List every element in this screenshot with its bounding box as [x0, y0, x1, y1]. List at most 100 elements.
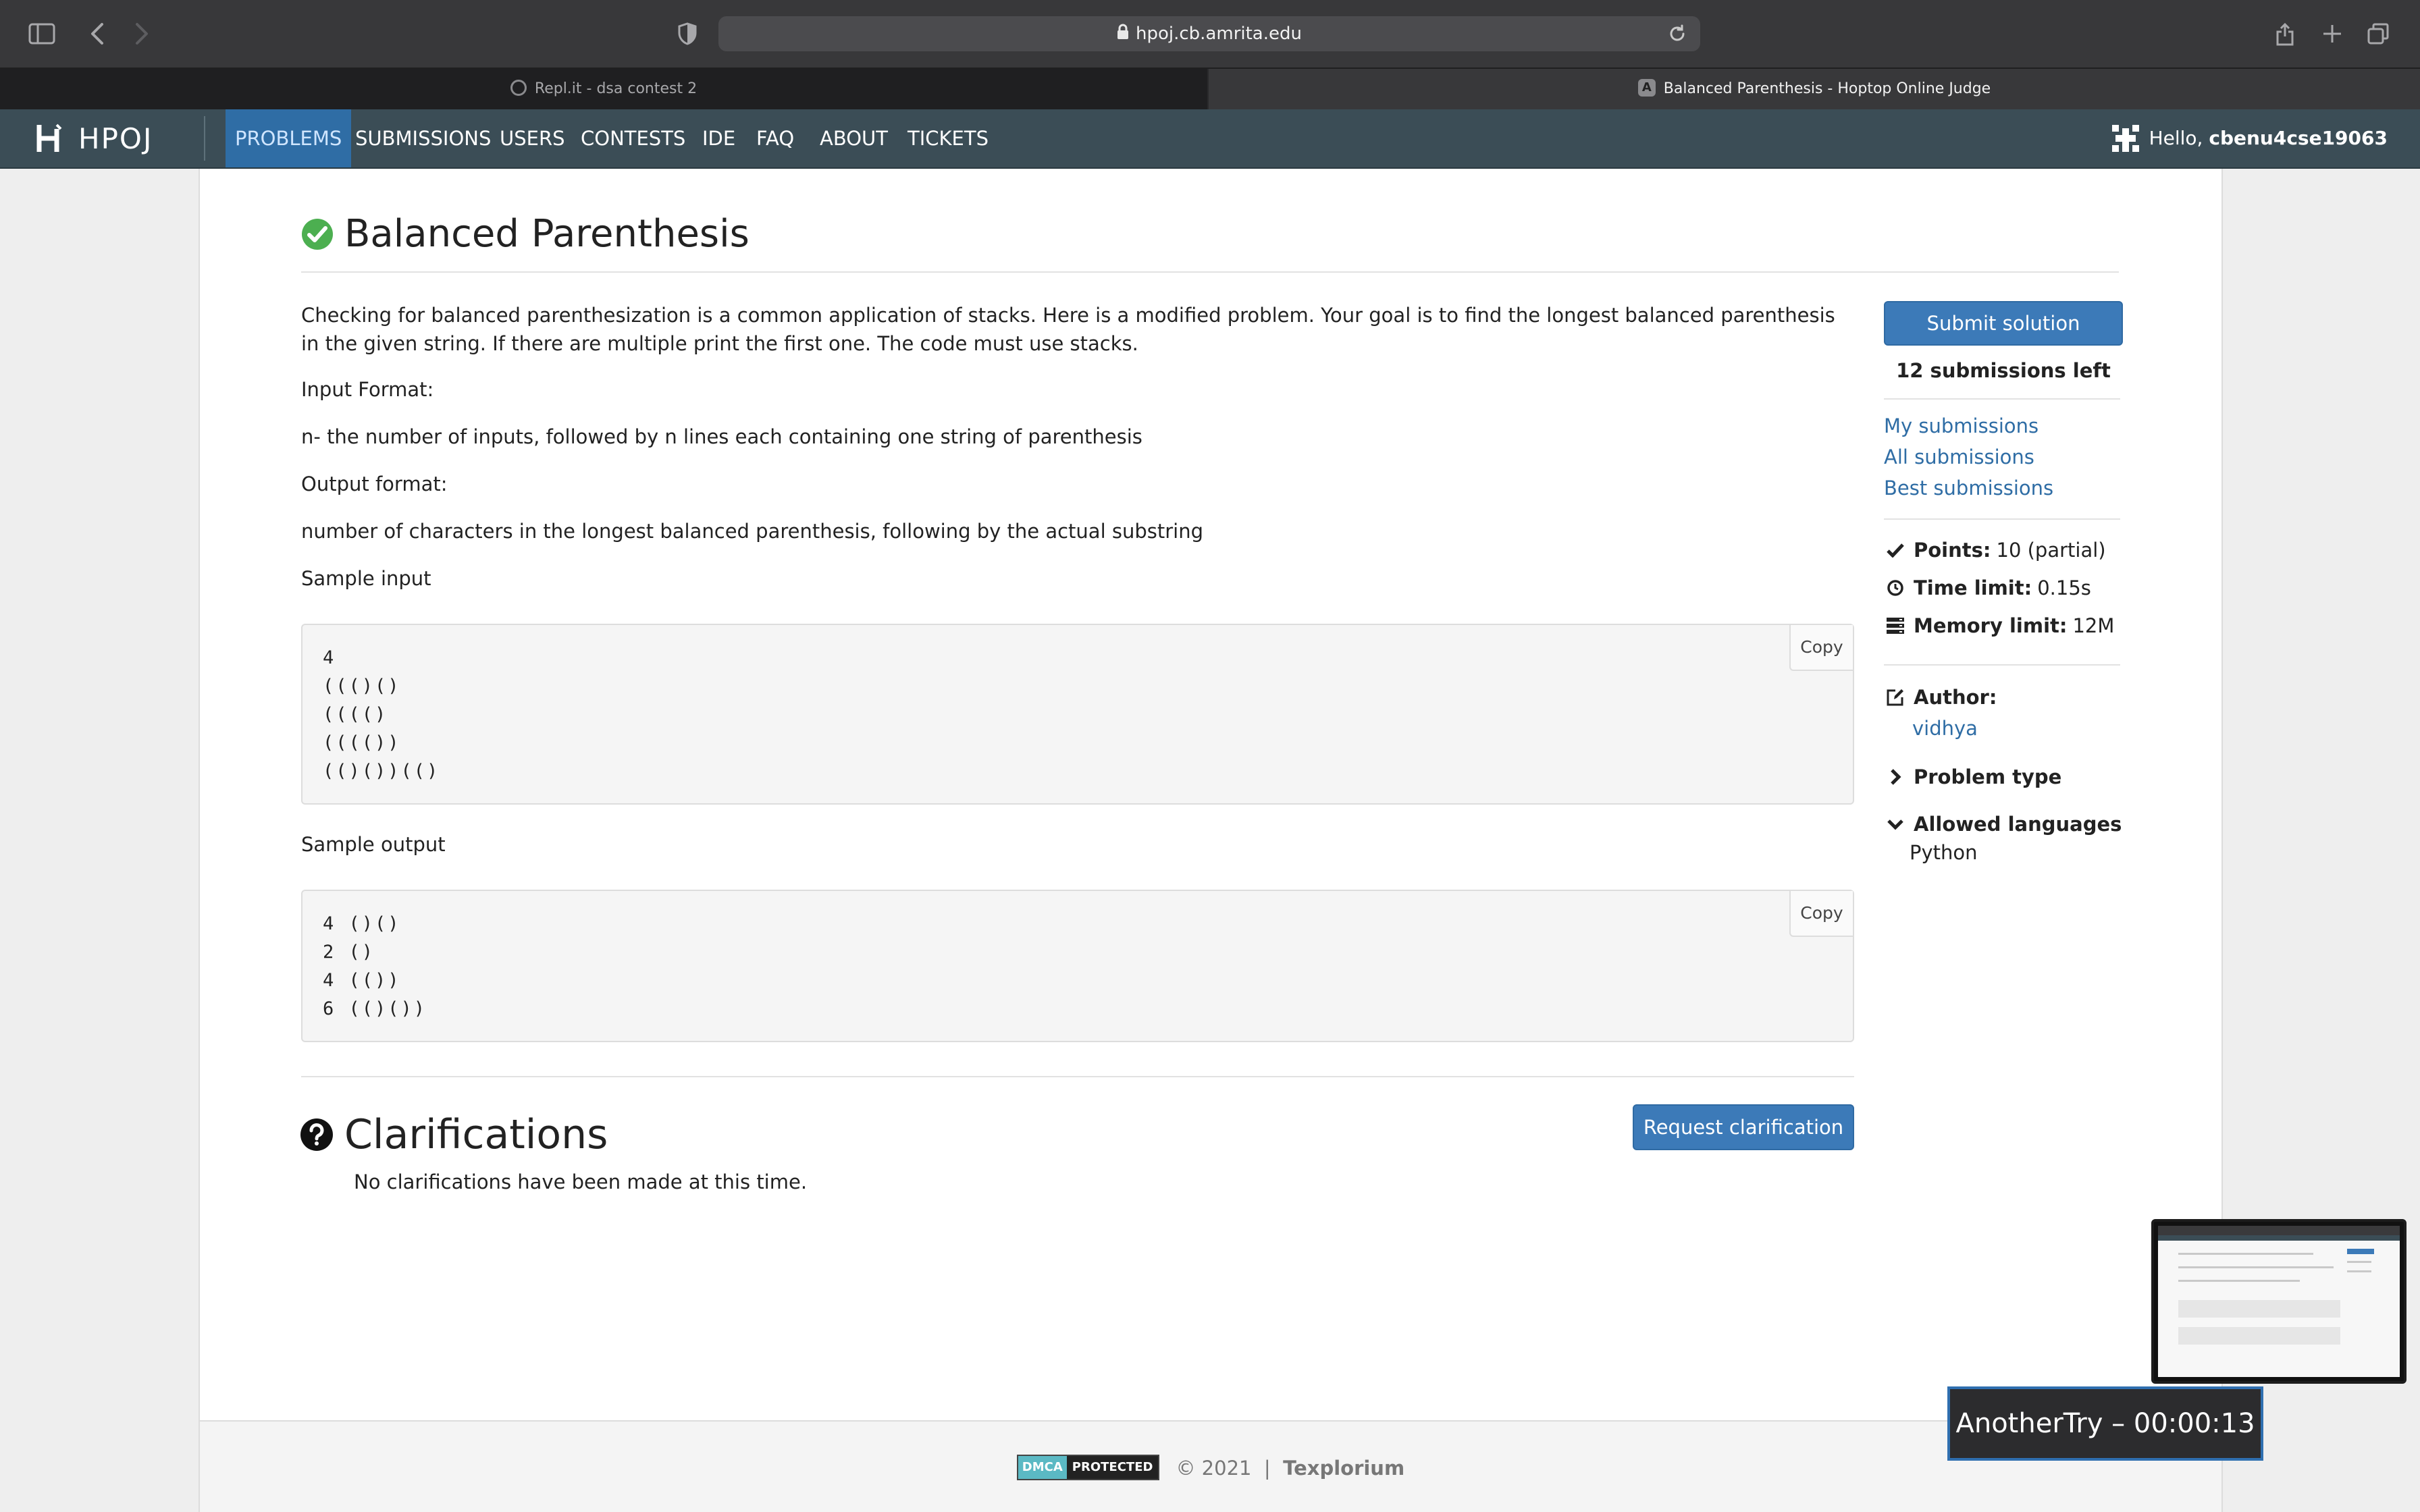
- clock-icon: [1885, 578, 1905, 598]
- dmca-badge-right: PROTECTED: [1066, 1456, 1159, 1479]
- forward-icon[interactable]: [128, 18, 155, 50]
- url-text: hpoj.cb.amrita.edu: [1136, 24, 1302, 44]
- problem-type-toggle[interactable]: Problem type: [1885, 765, 2067, 788]
- footer: DMCA PROTECTED © 2021 | Texplorium: [200, 1455, 2221, 1482]
- request-clarification-button[interactable]: Request clarification: [1633, 1104, 1854, 1150]
- footer-brand-link[interactable]: Texplorium: [1283, 1457, 1404, 1480]
- site-logo[interactable]: HPOJ: [36, 122, 153, 155]
- question-circle-icon: [300, 1118, 333, 1151]
- new-tab-icon[interactable]: [2319, 18, 2346, 50]
- allowed-languages-label: Allowed languages: [1914, 813, 2122, 836]
- tab-title: Balanced Parenthesis - Hoptop Online Jud…: [1663, 80, 1991, 97]
- sample-input-code: 4 ((()() (((() (((()) (()())((): [323, 647, 440, 782]
- problem-title-row: Balanced Parenthesis: [301, 212, 749, 256]
- best-submissions-link[interactable]: Best submissions: [1884, 477, 2053, 500]
- time-limit-label: Time limit:: [1914, 576, 2032, 599]
- title-divider: [301, 271, 2119, 273]
- clarifications-heading: Clarifications: [344, 1111, 608, 1158]
- chevron-right-icon: [1885, 767, 1905, 787]
- nav-submissions[interactable]: SUBMISSIONS: [346, 109, 500, 167]
- dmca-badge-left: DMCA: [1018, 1456, 1067, 1479]
- time-limit-row: Time limit: 0.15s: [1885, 576, 2091, 599]
- nav-tickets[interactable]: TICKETS: [898, 109, 998, 167]
- time-limit-value: 0.15s: [2037, 576, 2091, 599]
- nav-faq[interactable]: FAQ: [747, 109, 804, 167]
- points-label: Points:: [1914, 539, 1991, 562]
- footer-separator: |: [1263, 1457, 1271, 1480]
- nav-ide[interactable]: IDE: [693, 109, 745, 167]
- thumbnail-line: [2178, 1280, 2300, 1282]
- copyright-text: © 2021: [1176, 1457, 1252, 1480]
- nav-about[interactable]: ABOUT: [810, 109, 897, 167]
- thumbnail-code-block: [2178, 1300, 2340, 1318]
- hello-prefix: Hello,: [2149, 127, 2203, 149]
- problem-type-label: Problem type: [1914, 765, 2062, 788]
- thumbnail-navbar: [2158, 1235, 2400, 1241]
- input-format-text: n- the number of inputs, followed by n l…: [301, 425, 1142, 448]
- page-title: Balanced Parenthesis: [344, 212, 749, 256]
- tab-overview-icon[interactable]: [2365, 18, 2392, 50]
- my-submissions-link[interactable]: My submissions: [1884, 414, 2038, 437]
- chevron-down-icon: [1885, 814, 1905, 834]
- clarifications-header: Clarifications: [300, 1111, 608, 1158]
- author-label: Author:: [1914, 686, 1997, 709]
- input-format-label: Input Format:: [301, 378, 434, 401]
- all-submissions-link[interactable]: All submissions: [1884, 446, 2034, 468]
- output-format-label: Output format:: [301, 473, 448, 495]
- sample-input-block: 4 ((()() (((() (((()) (()())(() Copy: [301, 624, 1854, 805]
- allowed-languages-toggle[interactable]: Allowed languages: [1885, 813, 2127, 836]
- author-row: Author:: [1885, 686, 2002, 709]
- username: cbenu4cse19063: [2209, 127, 2388, 149]
- nav-divider: [204, 116, 205, 161]
- thumbnail-button: [2347, 1249, 2374, 1254]
- thumbnail-line: [2178, 1253, 2313, 1255]
- dmca-badge[interactable]: DMCA PROTECTED: [1016, 1455, 1160, 1480]
- points-value: 10 (partial): [1996, 539, 2106, 562]
- problem-description: Checking for balanced parenthesization i…: [301, 304, 1835, 355]
- address-bar[interactable]: hpoj.cb.amrita.edu: [718, 16, 1700, 51]
- points-row: Points: 10 (partial): [1885, 539, 2106, 562]
- lock-icon: [1117, 17, 1129, 52]
- user-greeting[interactable]: Hello, cbenu4cse19063: [2108, 109, 2388, 167]
- sidebar-divider: [1884, 398, 2120, 400]
- allowed-languages-value: Python: [1910, 841, 1978, 864]
- tab-title: Repl.it - dsa contest 2: [534, 80, 698, 97]
- tab-hpoj[interactable]: A Balanced Parenthesis - Hoptop Online Ju…: [1209, 69, 2420, 109]
- tab-bar: Repl.it - dsa contest 2 A Balanced Parent…: [0, 69, 2420, 109]
- nav-users[interactable]: USERS: [490, 109, 575, 167]
- sample-output-label: Sample output: [301, 833, 446, 856]
- clarifications-divider: [301, 1076, 1854, 1077]
- privacy-shield-icon[interactable]: [674, 18, 701, 50]
- avatar: [2108, 120, 2142, 155]
- thumbnail-line: [2347, 1270, 2371, 1272]
- sidebar-toggle-icon[interactable]: [26, 18, 58, 50]
- edit-icon: [1885, 687, 1905, 707]
- nav-contests[interactable]: CONTESTS: [571, 109, 695, 167]
- thumbnail-toolbar: [2158, 1226, 2400, 1235]
- thumbnail-screen: [2158, 1226, 2400, 1377]
- screen-recording-thumbnail[interactable]: [2151, 1219, 2406, 1384]
- hpoj-logo-icon: [36, 124, 62, 152]
- share-icon[interactable]: [2271, 18, 2298, 50]
- problem-page: Balanced Parenthesis Checking for balanc…: [199, 169, 2223, 1512]
- reload-icon[interactable]: [1668, 24, 1687, 46]
- thumbnail-code-block: [2178, 1327, 2340, 1345]
- check-circle-icon: [302, 218, 333, 250]
- browser-toolbar: hpoj.cb.amrita.edu: [0, 0, 2420, 69]
- memory-limit-row: Memory limit: 12M: [1885, 614, 2114, 637]
- logo-text: HPOJ: [78, 122, 153, 155]
- sidebar-divider: [1884, 518, 2120, 520]
- back-icon[interactable]: [84, 18, 111, 50]
- sample-output-block: 4 ()() 2 () 4 (()) 6 (()()) Copy: [301, 890, 1854, 1042]
- tab-replit[interactable]: Repl.it - dsa contest 2: [0, 69, 1207, 109]
- copy-button[interactable]: Copy: [1789, 625, 1853, 671]
- copy-button[interactable]: Copy: [1789, 891, 1853, 937]
- thumbnail-line: [2347, 1261, 2371, 1263]
- sample-input-label: Sample input: [301, 567, 431, 590]
- submit-solution-button[interactable]: Submit solution: [1884, 301, 2123, 346]
- nav-problems[interactable]: PROBLEMS: [226, 109, 352, 167]
- site-navbar: HPOJ PROBLEMS SUBMISSIONS USERS CONTESTS…: [0, 109, 2420, 169]
- submissions-left: 12 submissions left: [1896, 359, 2111, 382]
- memory-limit-label: Memory limit:: [1914, 614, 2068, 637]
- author-link[interactable]: vidhya: [1912, 717, 1978, 740]
